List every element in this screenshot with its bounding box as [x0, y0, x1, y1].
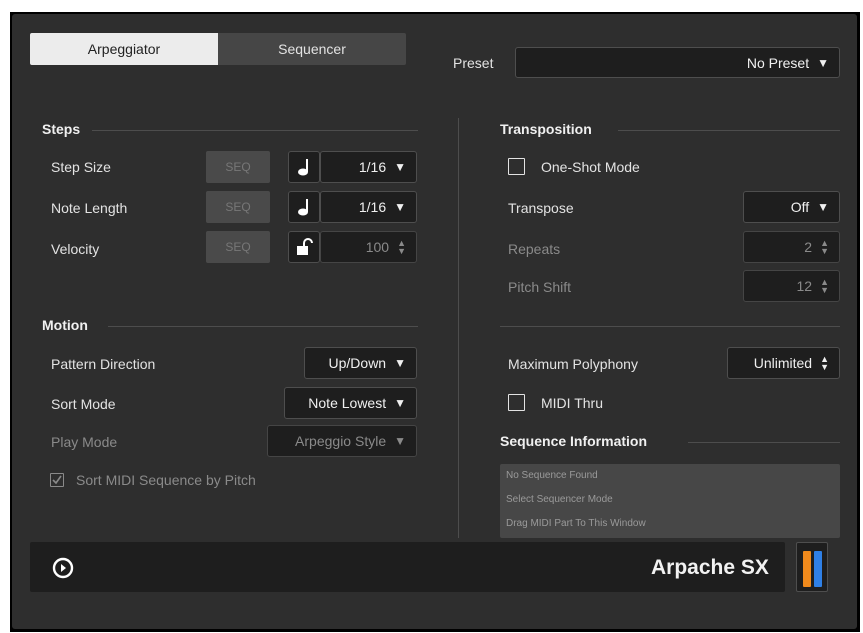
- sequence-info-title: Sequence Information: [500, 433, 648, 449]
- chevron-down-icon: ▼: [817, 55, 829, 70]
- pattern-direction-label: Pattern Direction: [51, 356, 156, 372]
- repeats-label: Repeats: [508, 241, 561, 257]
- quarter-note-icon: [298, 199, 308, 216]
- velocity-label: Velocity: [51, 241, 100, 257]
- velocity-seq-button[interactable]: SEQ: [206, 231, 270, 263]
- max-polyphony-value: Unlimited: [753, 355, 813, 371]
- play-button[interactable]: [52, 557, 74, 584]
- motion-section-title: Motion: [42, 317, 88, 333]
- meter-bar-orange: [802, 551, 811, 587]
- preset-dropdown[interactable]: No Preset ▼: [515, 47, 840, 78]
- sequence-info-line: Drag MIDI Part To This Window: [506, 518, 646, 529]
- play-mode-dropdown[interactable]: Arpeggio Style ▼: [267, 425, 417, 457]
- pattern-direction-value: Up/Down: [328, 355, 387, 371]
- chevron-down-icon: ▼: [394, 200, 406, 214]
- repeats-value: 2: [804, 239, 813, 255]
- pitch-shift-spinbox[interactable]: 12 ▲ ▼: [743, 270, 840, 302]
- sequence-info-line: Select Sequencer Mode: [506, 494, 613, 505]
- sort-mode-label: Sort Mode: [51, 396, 116, 412]
- play-mode-label: Play Mode: [51, 434, 118, 450]
- step-size-label: Step Size: [51, 159, 111, 175]
- chevron-down-icon: ▼: [394, 396, 406, 410]
- note-length-note-button[interactable]: [288, 191, 320, 223]
- chevron-down-icon: ▼: [394, 434, 406, 448]
- transpose-label: Transpose: [508, 200, 574, 216]
- motion-divider: [108, 326, 418, 327]
- play-circle-icon: [52, 557, 74, 579]
- pattern-direction-dropdown[interactable]: Up/Down ▼: [304, 347, 417, 379]
- transposition-section-title: Transposition: [500, 121, 592, 137]
- note-length-value: 1/16: [358, 199, 387, 215]
- transpose-dropdown[interactable]: Off ▼: [743, 191, 840, 223]
- step-size-dropdown[interactable]: 1/16 ▼: [320, 151, 417, 183]
- midi-thru-checkbox[interactable]: [508, 394, 525, 411]
- tab-arpeggiator[interactable]: Arpeggiator: [30, 33, 218, 65]
- midi-activity-meter: [796, 542, 828, 592]
- unlock-icon: [297, 238, 313, 255]
- midi-thru-label: MIDI Thru: [541, 394, 603, 411]
- max-polyphony-spinbox[interactable]: Unlimited ▲ ▼: [727, 347, 840, 379]
- spinner-arrows-icon: ▲ ▼: [397, 238, 406, 256]
- sort-midi-checkbox[interactable]: [50, 473, 64, 487]
- spinner-arrows-icon: ▲ ▼: [820, 277, 829, 295]
- one-shot-label: One-Shot Mode: [541, 158, 640, 175]
- one-shot-checkbox[interactable]: [508, 158, 525, 175]
- sort-midi-label: Sort MIDI Sequence by Pitch: [76, 472, 256, 488]
- transpose-value: Off: [790, 199, 810, 215]
- column-divider: [458, 118, 459, 538]
- steps-section-title: Steps: [42, 121, 81, 137]
- sequence-info-divider: [688, 442, 840, 443]
- max-polyphony-label: Maximum Polyphony: [508, 356, 638, 372]
- note-length-seq-button[interactable]: SEQ: [206, 191, 270, 223]
- note-length-label: Note Length: [51, 200, 128, 216]
- midi-thru-checkbox-row[interactable]: MIDI Thru: [508, 394, 603, 411]
- chevron-down-icon: ▼: [394, 160, 406, 174]
- step-size-value: 1/16: [358, 159, 387, 175]
- mode-tabs: Arpeggiator Sequencer: [30, 33, 406, 65]
- one-shot-checkbox-row[interactable]: One-Shot Mode: [508, 158, 640, 175]
- sequence-info-line: No Sequence Found: [506, 470, 598, 481]
- velocity-lock-button[interactable]: [288, 231, 320, 263]
- sort-midi-checkbox-row[interactable]: Sort MIDI Sequence by Pitch: [50, 472, 256, 488]
- sequence-info-box[interactable]: No Sequence Found Select Sequencer Mode …: [500, 464, 840, 538]
- preset-label: Preset: [453, 55, 494, 71]
- chevron-down-icon: ▼: [394, 356, 406, 370]
- chevron-down-icon: ▼: [817, 200, 829, 214]
- preset-value: No Preset: [746, 54, 810, 71]
- quarter-note-icon: [298, 159, 308, 176]
- play-mode-value: Arpeggio Style: [295, 433, 387, 449]
- spinner-arrows-icon: ▲ ▼: [820, 354, 829, 372]
- note-length-dropdown[interactable]: 1/16 ▼: [320, 191, 417, 223]
- velocity-value: 100: [365, 239, 390, 255]
- checkmark-icon: [52, 475, 62, 485]
- pitch-shift-label: Pitch Shift: [508, 279, 572, 295]
- steps-divider: [92, 130, 418, 131]
- repeats-spinbox[interactable]: 2 ▲ ▼: [743, 231, 840, 263]
- sort-mode-dropdown[interactable]: Note Lowest ▼: [284, 387, 417, 419]
- spinner-arrows-icon: ▲ ▼: [820, 238, 829, 256]
- step-size-seq-button[interactable]: SEQ: [206, 151, 270, 183]
- sort-mode-value: Note Lowest: [308, 395, 387, 411]
- transposition-divider: [618, 130, 840, 131]
- plugin-brand: Arpache SX: [651, 556, 769, 579]
- meter-bar-blue: [813, 551, 822, 587]
- polyphony-divider: [500, 326, 840, 327]
- tab-sequencer[interactable]: Sequencer: [218, 33, 406, 65]
- velocity-spinbox[interactable]: 100 ▲ ▼: [320, 231, 417, 263]
- pitch-shift-value: 12: [796, 278, 813, 294]
- step-size-note-button[interactable]: [288, 151, 320, 183]
